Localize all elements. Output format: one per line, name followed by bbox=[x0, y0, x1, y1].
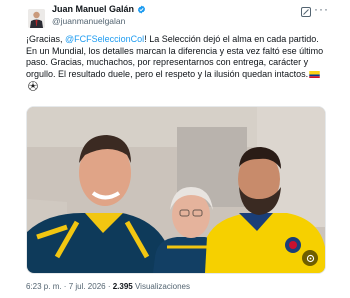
author-name-row: Juan Manuel Galán bbox=[52, 4, 146, 14]
soccer-ball-icon bbox=[28, 81, 38, 91]
tweet-paragraph-1: ¡Gracias, @FCFSeleccionCol! La Selección… bbox=[26, 34, 326, 46]
photo-menu-icon[interactable] bbox=[302, 250, 318, 266]
views-label: Visualizaciones bbox=[132, 282, 190, 291]
text-segment: ! La Selección dejó el alma en cada part… bbox=[144, 34, 319, 44]
photo-menu-glyph bbox=[306, 254, 314, 262]
author-avatar[interactable] bbox=[28, 9, 45, 28]
tweet-date[interactable]: 7 jul. 2026 bbox=[69, 282, 106, 291]
text-segment: En un Mundial, los detalles marcan la di… bbox=[26, 45, 324, 80]
colombia-flag-icon bbox=[309, 71, 320, 79]
author-handle[interactable]: @juanmanuelgalan bbox=[52, 16, 125, 26]
tweet-time[interactable]: 6:23 p. m. bbox=[26, 282, 62, 291]
meta-separator: · bbox=[61, 282, 69, 291]
more-options-button[interactable]: ··· bbox=[314, 2, 329, 16]
author-display-name[interactable]: Juan Manuel Galán bbox=[52, 4, 134, 14]
grok-icon[interactable] bbox=[300, 6, 312, 18]
verified-badge-icon bbox=[137, 5, 146, 13]
tweet-paragraph-2: En un Mundial, los detalles marcan la di… bbox=[26, 46, 326, 93]
views-count: 2.395 bbox=[112, 282, 133, 291]
photo-illustration bbox=[27, 107, 325, 273]
tweet-photo[interactable] bbox=[26, 106, 326, 274]
text-segment: ¡Gracias, bbox=[26, 34, 66, 44]
tweet-meta: 6:23 p. m. · 7 jul. 2026 · 2.395 Visuali… bbox=[26, 282, 190, 291]
tweet-card: Juan Manuel Galán @juanmanuelgalan ··· ¡… bbox=[0, 0, 350, 298]
mention-link[interactable]: @FCFSeleccionCol bbox=[65, 34, 144, 44]
meta-separator: · bbox=[105, 282, 113, 291]
tweet-text: ¡Gracias, @FCFSeleccionCol! La Selección… bbox=[26, 34, 326, 93]
